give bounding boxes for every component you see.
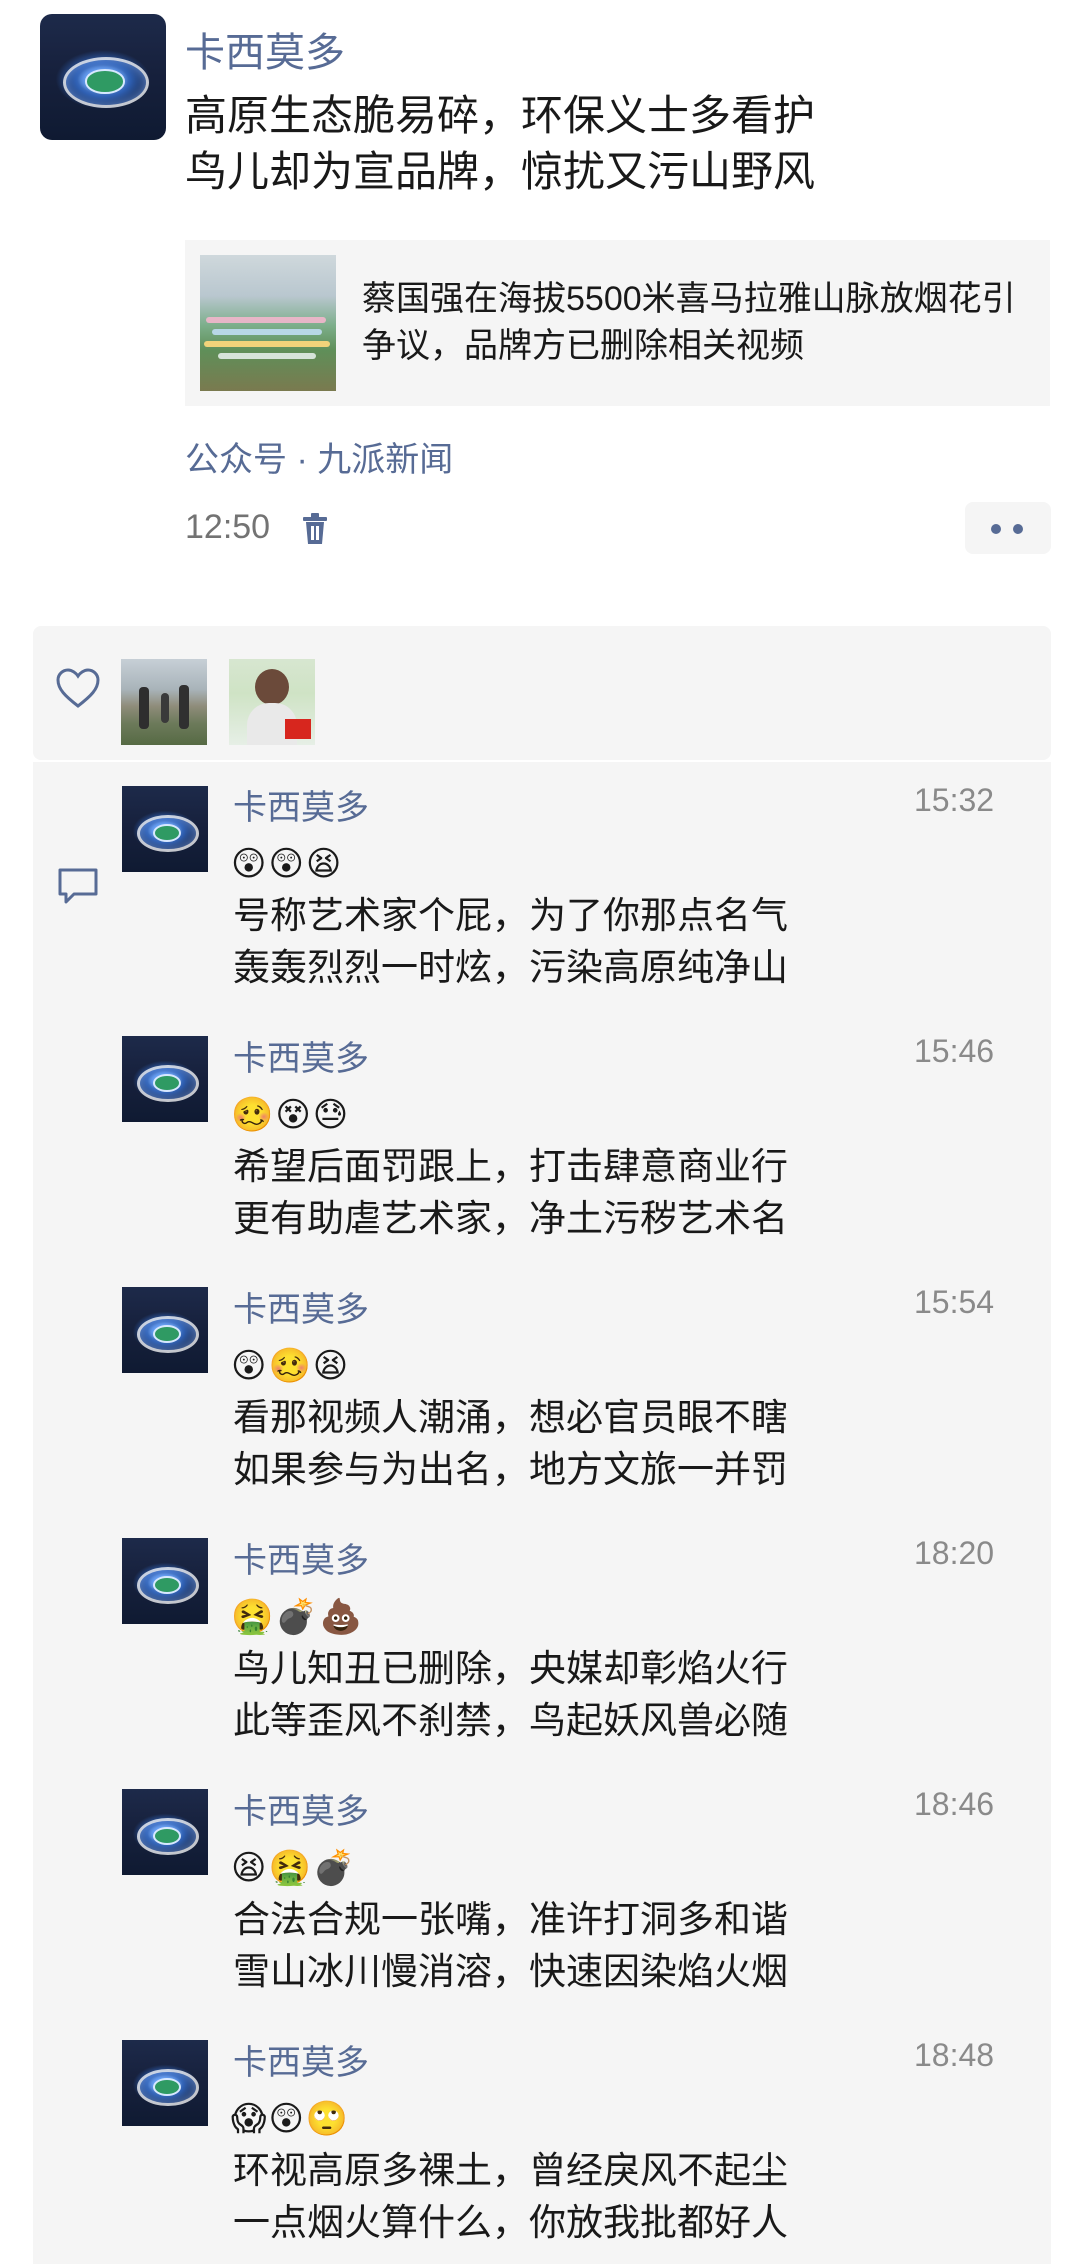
- likes-section: [33, 626, 1051, 760]
- comment-author-name[interactable]: 卡西莫多: [233, 2035, 369, 2084]
- comment-text-line-1: 看那视频人潮涌，想必官员眼不瞎: [233, 1397, 788, 1438]
- more-actions-button[interactable]: [965, 502, 1051, 554]
- comment-time: 15:54: [914, 1284, 995, 1320]
- liker-avatar[interactable]: [229, 659, 315, 745]
- comment-text-line-1: 环视高原多裸土，曾经戾风不起尘: [233, 2150, 788, 2191]
- article-source[interactable]: 公众号 · 九派新闻: [185, 432, 453, 481]
- comment-author-name[interactable]: 卡西莫多: [233, 1282, 369, 1331]
- comment-text-line-2: 更有助虐艺术家，净土污秽艺术名: [233, 1198, 788, 1239]
- comment-emojis: 🤮💣💩: [231, 1598, 365, 1636]
- comment-emojis: 😲😲😫: [231, 845, 344, 883]
- heart-icon: [56, 668, 100, 708]
- comment-text-line-2: 轰轰烈烈一时炫，污染高原纯净山: [233, 947, 788, 988]
- comment-author-avatar[interactable]: [122, 786, 208, 872]
- comment-author-name[interactable]: 卡西莫多: [233, 1533, 369, 1582]
- author-avatar[interactable]: [40, 14, 166, 140]
- post-text-line-1: 高原生态脆易碎，环保义士多看护: [185, 92, 816, 139]
- trash-icon[interactable]: [300, 510, 330, 546]
- comment-author-avatar[interactable]: [122, 1789, 208, 1875]
- comment-author-name[interactable]: 卡西莫多: [233, 1031, 369, 1080]
- article-thumbnail: [200, 255, 336, 391]
- comment-time: 18:46: [914, 1786, 995, 1822]
- comment-time: 15:46: [914, 1033, 995, 1069]
- comment-time: 15:32: [914, 782, 995, 818]
- comment-text-line-2: 此等歪风不刹禁，鸟起妖风兽必随: [233, 1700, 788, 1741]
- article-title: 蔡国强在海拔5500米喜马拉雅山脉放烟花引争议，品牌方已删除相关视频: [362, 280, 1016, 365]
- comment-author-avatar[interactable]: [122, 1036, 208, 1122]
- avatar-image: [40, 14, 166, 140]
- comment-time: 18:48: [914, 2037, 995, 2073]
- more-dot-icon: [1013, 524, 1023, 534]
- comment-author-name[interactable]: 卡西莫多: [233, 780, 369, 829]
- comment-emojis: 🥴😵😓: [231, 1096, 351, 1134]
- comment-text-line-1: 号称艺术家个屁，为了你那点名气: [233, 895, 788, 936]
- comment-icon: [58, 868, 98, 904]
- comment-text-line-1: 鸟儿知丑已删除，央媒却彰焰火行: [233, 1648, 788, 1689]
- comment-text-line-2: 一点烟火算什么，你放我批都好人: [233, 2202, 788, 2243]
- shared-article-card[interactable]: 蔡国强在海拔5500米喜马拉雅山脉放烟花引争议，品牌方已删除相关视频: [185, 240, 1050, 406]
- more-dot-icon: [991, 524, 1001, 534]
- comment-text-line-1: 合法合规一张嘴，准许打洞多和谐: [233, 1899, 788, 1940]
- comment-emojis: 😱😲🙄: [231, 2100, 351, 2138]
- liker-avatar[interactable]: [121, 659, 207, 745]
- comment-text-line-2: 雪山冰川慢消溶，快速因染焰火烟: [233, 1951, 788, 1992]
- comment-author-name[interactable]: 卡西莫多: [233, 1784, 369, 1833]
- comment-text-line-1: 希望后面罚跟上，打击肆意商业行: [233, 1146, 788, 1187]
- comment-author-avatar[interactable]: [122, 1538, 208, 1624]
- post-text-line-2: 鸟儿却为宣品牌，惊扰又污山野风: [185, 148, 816, 195]
- comment-emojis: 😲🥴😫: [231, 1347, 351, 1385]
- comment-text-line-2: 如果参与为出名，地方文旅一并罚: [233, 1449, 788, 1490]
- comment-time: 18:20: [914, 1535, 995, 1571]
- comment-author-avatar[interactable]: [122, 1287, 208, 1373]
- comment-emojis: 😫🤮💣: [231, 1849, 358, 1887]
- comment-author-avatar[interactable]: [122, 2040, 208, 2126]
- post-time: 12:50: [185, 508, 271, 546]
- post-author-name[interactable]: 卡西莫多: [185, 20, 345, 78]
